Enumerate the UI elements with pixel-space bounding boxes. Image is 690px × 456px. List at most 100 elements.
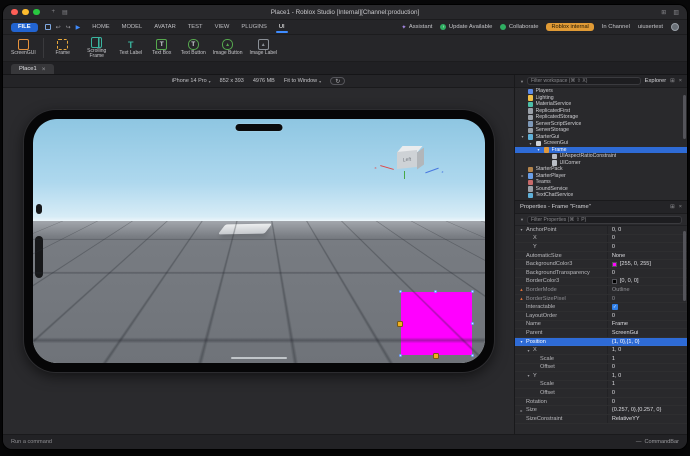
property-row-automaticsize[interactable]: AutomaticSize None bbox=[515, 252, 687, 261]
property-row-parent[interactable]: Parent ScreenGui bbox=[515, 329, 687, 338]
device-select[interactable]: iPhone 14 Pro ▾ bbox=[172, 78, 211, 84]
titlebar[interactable]: + ▤ Place1 - Roblox Studio [Internal][Ch… bbox=[3, 5, 687, 20]
username-label[interactable]: uiusertest bbox=[638, 24, 663, 30]
property-row-interactable[interactable]: Interactable ✓ bbox=[515, 303, 687, 312]
explorer-item-textchatservice[interactable]: TextChatService bbox=[515, 192, 687, 199]
tab-test[interactable]: TEST bbox=[187, 22, 204, 33]
tab-home[interactable]: HOME bbox=[91, 22, 110, 33]
chevron-down-icon[interactable]: ▾ bbox=[519, 227, 524, 232]
layout-icon[interactable]: ▤ bbox=[62, 9, 68, 16]
chevron-right-icon[interactable]: ▸ bbox=[520, 173, 525, 178]
close-icon[interactable]: × bbox=[679, 204, 682, 210]
chevron-down-icon[interactable]: ▾ bbox=[536, 147, 541, 152]
redo-icon[interactable]: ↪ bbox=[66, 24, 71, 31]
resize-handle[interactable] bbox=[399, 354, 402, 357]
collaborate-button[interactable]: Collaborate bbox=[500, 24, 538, 30]
chevron-down-icon[interactable]: ▾ bbox=[526, 348, 531, 353]
command-bar-widget-label[interactable]: — CommandBar bbox=[636, 439, 679, 445]
part-on-ground[interactable] bbox=[218, 224, 272, 235]
dock-icon[interactable]: ⊞ bbox=[670, 204, 675, 210]
scrolling-frame-tool-button[interactable]: Scrolling Frame bbox=[82, 37, 112, 60]
property-row-layoutorder[interactable]: LayoutOrder 0 bbox=[515, 312, 687, 321]
property-row-position-y-scale[interactable]: Scale 1 bbox=[515, 381, 687, 390]
explorer-scrollbar[interactable] bbox=[683, 95, 686, 139]
emulated-screen[interactable]: Left x z bbox=[33, 119, 485, 363]
add-icon[interactable]: + bbox=[52, 9, 56, 16]
file-menu-button[interactable]: FILE bbox=[11, 23, 38, 32]
explorer-filter-input[interactable] bbox=[527, 77, 641, 85]
image-button-tool-button[interactable]: ▲ Image Button bbox=[213, 39, 243, 57]
text-label-tool-button[interactable]: T Text Label bbox=[119, 39, 143, 57]
color-swatch[interactable] bbox=[612, 279, 617, 284]
property-row-bordersizepixel[interactable]: ▲BorderSizePixel 0 bbox=[515, 295, 687, 304]
resize-handle[interactable] bbox=[471, 354, 474, 357]
command-input[interactable] bbox=[11, 439, 211, 445]
property-row-position-x-scale[interactable]: Scale 1 bbox=[515, 355, 687, 364]
close-window-button[interactable] bbox=[11, 9, 18, 16]
chevron-right-icon[interactable]: ▸ bbox=[519, 408, 524, 413]
property-row-rotation[interactable]: Rotation 0 bbox=[515, 398, 687, 407]
tab-model[interactable]: MODEL bbox=[121, 22, 144, 33]
tab-view[interactable]: VIEW bbox=[214, 22, 231, 33]
z-axis-handle[interactable] bbox=[425, 168, 438, 174]
property-row-sizeconstraint[interactable]: SizeConstraint RelativeYY bbox=[515, 415, 687, 424]
place1-tab[interactable]: Place1 × bbox=[11, 64, 54, 74]
property-row-bordermode[interactable]: ▲BorderMode Outline bbox=[515, 286, 687, 295]
close-icon[interactable]: × bbox=[679, 78, 682, 84]
text-button-tool-button[interactable]: T Text Button bbox=[181, 39, 206, 57]
frame-tool-button[interactable]: Frame bbox=[51, 39, 75, 57]
property-row-position-x[interactable]: ▾X 1, 0 bbox=[515, 346, 687, 355]
property-row-bordercolor3[interactable]: BorderColor3 [0, 0, 0] bbox=[515, 278, 687, 287]
grid-icon[interactable]: ⊞ bbox=[661, 9, 666, 16]
image-label-tool-button[interactable]: ▲ Image Label bbox=[250, 39, 278, 57]
dock-icon[interactable]: ⊞ bbox=[670, 78, 675, 84]
tab-ui[interactable]: UI bbox=[278, 22, 286, 33]
constraint-badge[interactable] bbox=[433, 353, 439, 359]
property-row-backgroundcolor3[interactable]: BackgroundColor3 [255, 0, 255] bbox=[515, 260, 687, 269]
undo-icon[interactable]: ↩ bbox=[56, 24, 61, 31]
selected-ui-frame[interactable] bbox=[401, 292, 472, 355]
fit-mode-select[interactable]: Fit to Window ▾ bbox=[284, 78, 321, 84]
property-row-anchorpoint[interactable]: ▾AnchorPoint 0, 0 bbox=[515, 226, 687, 235]
rotate-device-button[interactable]: ↻ bbox=[330, 77, 345, 85]
text-box-tool-button[interactable]: T Text Box bbox=[150, 39, 174, 57]
color-swatch[interactable] bbox=[612, 262, 617, 267]
avatar[interactable] bbox=[671, 23, 679, 31]
interactable-checkbox[interactable]: ✓ bbox=[612, 304, 618, 310]
property-row-position-y-offset[interactable]: Offset 0 bbox=[515, 389, 687, 398]
play-icon[interactable]: ▶ bbox=[76, 24, 81, 31]
resize-handle[interactable] bbox=[471, 322, 474, 325]
assistant-button[interactable]: ✦ Assistant bbox=[401, 24, 432, 31]
property-row-backgroundtransparency[interactable]: BackgroundTransparency 0 bbox=[515, 269, 687, 278]
constraint-badge[interactable] bbox=[397, 321, 403, 327]
property-row-position[interactable]: ▾Position {1, 0},{1, 0} bbox=[515, 338, 687, 347]
property-row-anchorpoint-y[interactable]: Y 0 bbox=[515, 243, 687, 252]
update-available-button[interactable]: ↑ Update Available bbox=[440, 24, 492, 30]
more-icon[interactable]: ▥ bbox=[673, 9, 679, 16]
x-axis-handle[interactable] bbox=[380, 165, 394, 170]
close-icon[interactable]: × bbox=[42, 66, 46, 73]
chevron-down-icon[interactable]: ▾ bbox=[519, 339, 524, 344]
property-row-name[interactable]: Name Frame bbox=[515, 321, 687, 330]
minimize-window-button[interactable] bbox=[22, 9, 29, 16]
property-row-anchorpoint-x[interactable]: X 0 bbox=[515, 235, 687, 244]
resize-handle[interactable] bbox=[399, 290, 402, 293]
viewport-3d-scene[interactable]: Left x z bbox=[3, 88, 514, 434]
tab-avatar[interactable]: AVATAR bbox=[153, 22, 176, 33]
y-axis-handle[interactable] bbox=[404, 171, 405, 179]
save-icon[interactable] bbox=[45, 24, 51, 30]
screengui-tool-button[interactable]: ScreenGUI bbox=[11, 39, 36, 57]
chevron-down-icon[interactable]: ▾ bbox=[520, 134, 525, 139]
properties-scrollbar[interactable] bbox=[683, 231, 686, 301]
left-labeled-part[interactable]: Left x z bbox=[393, 143, 427, 177]
property-row-size[interactable]: ▸Size {0.257, 0},{0.257, 0} bbox=[515, 406, 687, 415]
chevron-down-icon[interactable]: ▾ bbox=[526, 373, 531, 378]
property-row-position-y[interactable]: ▾Y 1, 0 bbox=[515, 372, 687, 381]
resize-handle[interactable] bbox=[471, 290, 474, 293]
properties-filter-input[interactable] bbox=[527, 216, 682, 224]
tab-plugins[interactable]: PLUGINS bbox=[240, 22, 267, 33]
chevron-down-icon[interactable]: ▾ bbox=[528, 141, 533, 146]
resize-handle[interactable] bbox=[434, 290, 437, 293]
property-row-position-x-offset[interactable]: Offset 0 bbox=[515, 364, 687, 373]
zoom-window-button[interactable] bbox=[33, 9, 40, 16]
